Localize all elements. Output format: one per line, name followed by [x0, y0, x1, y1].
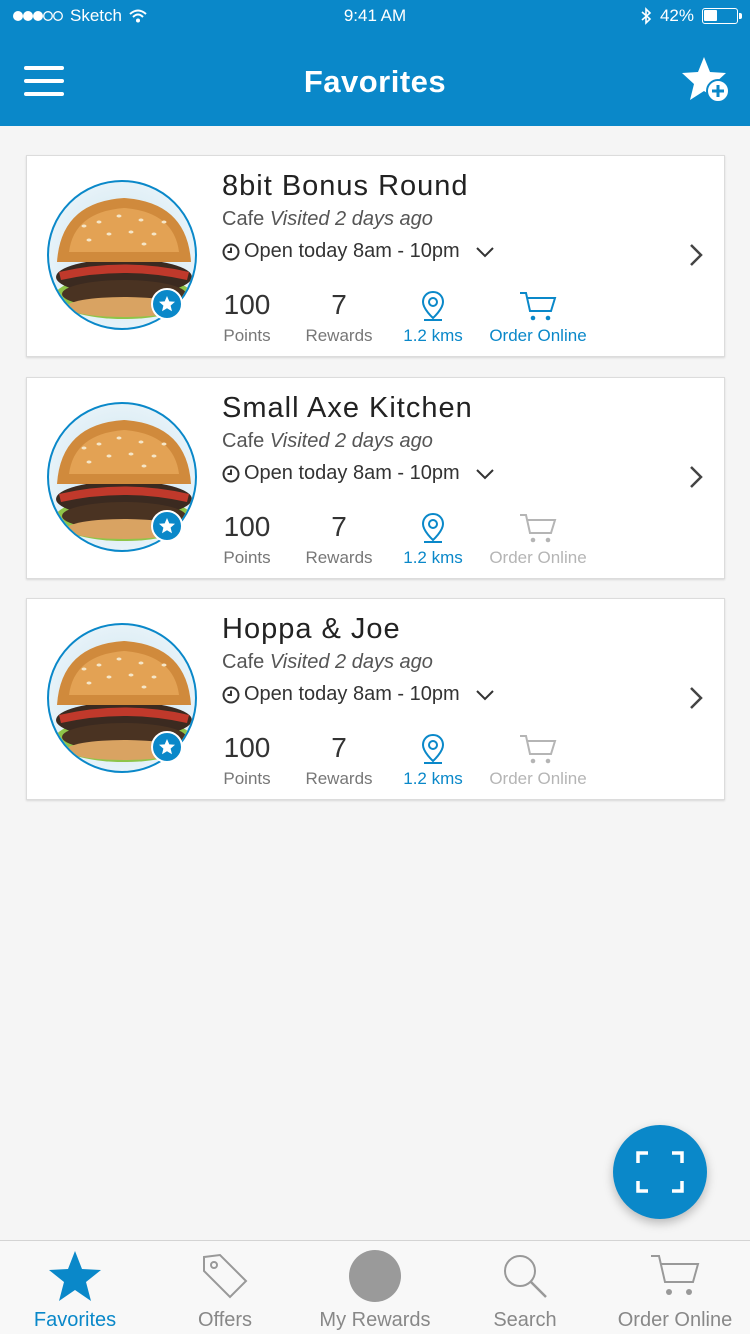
- cart-icon: [485, 290, 591, 322]
- bluetooth-icon: [641, 7, 652, 25]
- rewards-label: Rewards: [305, 769, 373, 788]
- tab-favorites[interactable]: Favorites: [0, 1241, 150, 1334]
- rewards-value: 7: [331, 732, 347, 763]
- hours-text: Open today 8am - 10pm: [244, 683, 460, 705]
- distance-label: 1.2 kms: [403, 769, 463, 788]
- favorite-card[interactable]: 8bit Bonus Round Cafe Visited 2 days ago…: [26, 155, 725, 357]
- tab-label: Favorites: [33, 1309, 117, 1331]
- tab-bar: Favorites Offers My Rewards Search Order…: [0, 1240, 750, 1334]
- order-online-label: Order Online: [489, 548, 587, 567]
- points-label: Points: [223, 326, 271, 345]
- points-value: 100: [223, 289, 271, 320]
- rewards-label: Rewards: [305, 548, 373, 567]
- tab-label: My Rewards: [319, 1309, 431, 1331]
- chevron-down-icon: [475, 468, 494, 479]
- page-title: Favorites: [303, 64, 447, 99]
- status-bar: Sketch 9:41 AM 42%: [0, 0, 750, 34]
- points-stat: 100 Points: [215, 733, 279, 789]
- tab-label: Offers: [197, 1309, 253, 1331]
- restaurant-category: Cafe: [222, 651, 265, 673]
- tab-offers[interactable]: Offers: [150, 1241, 300, 1334]
- points-label: Points: [223, 548, 271, 567]
- distance-label: 1.2 kms: [403, 548, 463, 567]
- rewards-stat: 7 Rewards: [301, 290, 377, 346]
- cart-icon: [485, 512, 591, 544]
- app-header: Sketch 9:41 AM 42% Favorites: [0, 0, 750, 126]
- restaurant-name: 8bit Bonus Round: [222, 170, 469, 202]
- opening-hours[interactable]: Open today 8am - 10pm: [222, 683, 496, 706]
- opening-hours[interactable]: Open today 8am - 10pm: [222, 462, 496, 485]
- star-plus-icon: [682, 57, 730, 103]
- battery-icon: [702, 8, 742, 24]
- rewards-value: 7: [331, 511, 347, 542]
- search-icon: [495, 1247, 555, 1305]
- last-visited: Visited 2 days ago: [269, 651, 433, 673]
- last-visited: Visited 2 days ago: [269, 430, 433, 452]
- chevron-down-icon: [475, 689, 494, 700]
- tab-label: Search: [493, 1309, 557, 1331]
- points-label: Points: [223, 769, 271, 788]
- directions-link[interactable]: 1.2 kms: [393, 290, 473, 346]
- tab-label: Order Online: [617, 1309, 733, 1331]
- favorite-badge-icon: [151, 288, 183, 320]
- cart-icon: [645, 1247, 705, 1305]
- chevron-right-icon[interactable]: [686, 242, 706, 268]
- rewards-circle-icon: [345, 1247, 405, 1305]
- order-online-link[interactable]: Order Online: [485, 733, 591, 789]
- restaurant-subline: Cafe Visited 2 days ago: [222, 651, 433, 674]
- rewards-stat: 7 Rewards: [301, 512, 377, 568]
- points-stat: 100 Points: [215, 290, 279, 346]
- restaurant-category: Cafe: [222, 430, 265, 452]
- scan-button[interactable]: [613, 1125, 707, 1219]
- chevron-down-icon: [475, 246, 494, 257]
- favorite-card[interactable]: Hoppa & Joe Cafe Visited 2 days ago Open…: [26, 598, 725, 800]
- add-favorite-button[interactable]: [680, 54, 732, 106]
- tab-order-online[interactable]: Order Online: [600, 1241, 750, 1334]
- chevron-right-icon[interactable]: [686, 685, 706, 711]
- tab-search[interactable]: Search: [450, 1241, 600, 1334]
- location-pin-icon: [393, 290, 473, 322]
- favorite-badge-icon: [151, 731, 183, 763]
- points-stat: 100 Points: [215, 512, 279, 568]
- opening-hours[interactable]: Open today 8am - 10pm: [222, 240, 496, 263]
- favorite-badge-icon: [151, 510, 183, 542]
- status-right: 42%: [640, 6, 742, 26]
- status-time: 9:41 AM: [343, 6, 407, 25]
- clock-icon: [222, 686, 240, 703]
- tag-icon: [195, 1247, 255, 1305]
- directions-link[interactable]: 1.2 kms: [393, 733, 473, 789]
- order-online-link[interactable]: Order Online: [485, 512, 591, 568]
- favorite-card[interactable]: Small Axe Kitchen Cafe Visited 2 days ag…: [26, 377, 725, 579]
- points-value: 100: [223, 732, 271, 763]
- restaurant-subline: Cafe Visited 2 days ago: [222, 208, 433, 231]
- location-pin-icon: [393, 512, 473, 544]
- restaurant-name: Hoppa & Joe: [222, 613, 401, 645]
- distance-label: 1.2 kms: [403, 326, 463, 345]
- directions-link[interactable]: 1.2 kms: [393, 512, 473, 568]
- order-online-label: Order Online: [489, 326, 587, 345]
- order-online-link[interactable]: Order Online: [485, 290, 591, 346]
- location-pin-icon: [393, 733, 473, 765]
- restaurant-category: Cafe: [222, 208, 265, 230]
- scan-frame-icon: [636, 1151, 684, 1193]
- hours-text: Open today 8am - 10pm: [244, 462, 460, 484]
- points-value: 100: [223, 511, 271, 542]
- cart-icon: [485, 733, 591, 765]
- rewards-label: Rewards: [305, 326, 373, 345]
- hours-text: Open today 8am - 10pm: [244, 240, 460, 262]
- restaurant-name: Small Axe Kitchen: [222, 392, 473, 424]
- star-icon: [45, 1247, 105, 1305]
- restaurant-subline: Cafe Visited 2 days ago: [222, 430, 433, 453]
- order-online-label: Order Online: [489, 769, 587, 788]
- chevron-right-icon[interactable]: [686, 464, 706, 490]
- rewards-value: 7: [331, 289, 347, 320]
- rewards-stat: 7 Rewards: [301, 733, 377, 789]
- clock-icon: [222, 465, 240, 482]
- clock-icon: [222, 243, 240, 260]
- battery-percent: 42%: [659, 6, 694, 25]
- tab-my-rewards[interactable]: My Rewards: [300, 1241, 450, 1334]
- last-visited: Visited 2 days ago: [269, 208, 433, 230]
